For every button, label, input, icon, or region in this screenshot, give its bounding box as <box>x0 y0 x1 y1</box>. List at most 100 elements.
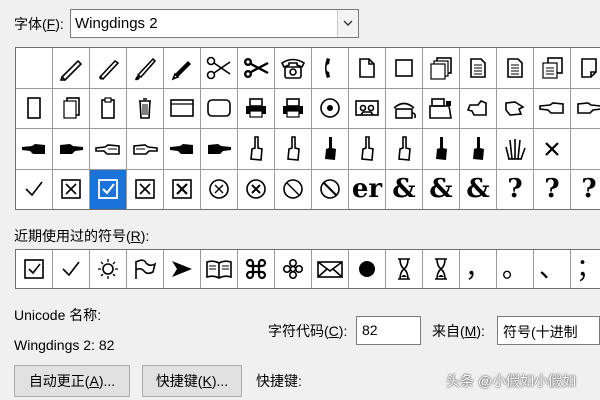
recent-symbol-cell[interactable]: ， <box>460 250 496 288</box>
symbol-cell[interactable] <box>275 129 311 169</box>
shortcut-key-button[interactable]: 快捷键(K)... <box>142 365 242 397</box>
hand-point-right-icon <box>574 96 600 120</box>
symbol-cell[interactable] <box>571 48 600 88</box>
recent-symbol-cell[interactable] <box>275 250 311 288</box>
stack-doc-icon <box>539 55 565 81</box>
symbol-cell[interactable]: ? <box>497 169 533 209</box>
font-value: Wingdings 2 <box>75 15 158 32</box>
symbol-cell[interactable] <box>312 169 348 209</box>
recent-symbol-cell[interactable]: 。 <box>497 250 533 288</box>
symbol-cell[interactable] <box>386 48 422 88</box>
symbol-cell[interactable] <box>127 88 163 128</box>
symbol-cell[interactable] <box>312 48 348 88</box>
symbol-cell[interactable] <box>90 169 126 209</box>
hand-point-left-icon <box>537 96 567 120</box>
char-code-input[interactable]: 82 <box>356 316 421 345</box>
symbol-cell[interactable] <box>127 169 163 209</box>
symbol-cell[interactable] <box>534 129 570 169</box>
symbol-cell[interactable] <box>90 129 126 169</box>
recent-symbol-cell[interactable]: ； <box>571 250 600 288</box>
symbol-cell[interactable] <box>164 88 200 128</box>
symbol-cell[interactable] <box>16 169 52 209</box>
recent-symbol-cell[interactable] <box>127 250 163 288</box>
symbol-glyph: & <box>466 174 490 205</box>
symbol-cell[interactable] <box>53 88 89 128</box>
symbol-cell[interactable] <box>53 169 89 209</box>
symbol-cell[interactable] <box>201 129 237 169</box>
symbol-cell[interactable] <box>16 88 52 128</box>
boxed-check-icon <box>22 257 46 281</box>
font-dropdown[interactable]: Wingdings 2 <box>70 9 359 38</box>
symbol-cell[interactable] <box>349 48 385 88</box>
doc-stack-icon <box>59 95 83 121</box>
symbol-cell[interactable] <box>275 169 311 209</box>
symbol-cell[interactable] <box>164 48 200 88</box>
symbol-cell[interactable] <box>164 169 200 209</box>
symbol-cell[interactable] <box>127 129 163 169</box>
symbol-cell[interactable] <box>423 48 459 88</box>
symbol-cell[interactable]: ? <box>534 169 570 209</box>
symbol-cell[interactable] <box>201 48 237 88</box>
symbol-cell[interactable] <box>497 88 533 128</box>
recent-symbol-cell[interactable] <box>238 250 274 288</box>
symbol-cell[interactable] <box>386 129 422 169</box>
symbol-cell[interactable] <box>534 48 570 88</box>
symbol-cell[interactable] <box>312 88 348 128</box>
page-portrait-icon <box>24 95 44 121</box>
chevron-down-icon[interactable] <box>337 10 358 37</box>
symbol-cell[interactable] <box>201 169 237 209</box>
recent-symbol-cell[interactable] <box>16 250 52 288</box>
symbol-cell[interactable] <box>53 48 89 88</box>
recent-symbol-cell[interactable] <box>349 250 385 288</box>
symbol-cell[interactable] <box>497 129 533 169</box>
symbol-cell[interactable] <box>386 88 422 128</box>
book-icon <box>204 257 234 281</box>
symbol-cell[interactable] <box>423 129 459 169</box>
symbol-glyph: ? <box>581 174 597 205</box>
symbol-cell[interactable]: er <box>349 169 385 209</box>
symbol-cell[interactable] <box>423 88 459 128</box>
symbol-cell[interactable] <box>201 88 237 128</box>
symbol-cell[interactable]: & <box>386 169 422 209</box>
symbol-cell[interactable] <box>90 48 126 88</box>
pages-icon <box>428 55 454 81</box>
symbol-cell[interactable]: & <box>423 169 459 209</box>
symbol-cell[interactable] <box>127 48 163 88</box>
symbol-cell[interactable] <box>164 129 200 169</box>
symbol-cell[interactable] <box>53 129 89 169</box>
symbol-glyph: & <box>392 174 416 205</box>
recent-symbol-cell[interactable] <box>164 250 200 288</box>
symbol-cell[interactable] <box>349 129 385 169</box>
recent-symbol-cell[interactable] <box>386 250 422 288</box>
symbol-cell[interactable] <box>238 129 274 169</box>
symbol-cell[interactable] <box>238 48 274 88</box>
symbol-cell[interactable] <box>571 88 600 128</box>
symbol-cell[interactable] <box>460 48 496 88</box>
symbol-cell[interactable] <box>16 129 52 169</box>
symbol-cell[interactable] <box>275 48 311 88</box>
symbol-glyph: ； <box>575 254 600 284</box>
autocorrect-button[interactable]: 自动更正(A)... <box>14 365 130 397</box>
symbol-cell[interactable] <box>349 88 385 128</box>
symbol-cell[interactable] <box>497 48 533 88</box>
symbol-cell[interactable] <box>90 88 126 128</box>
symbol-cell[interactable] <box>238 169 274 209</box>
symbol-cell[interactable] <box>460 129 496 169</box>
symbol-cell[interactable]: ? <box>571 169 600 209</box>
symbol-cell[interactable]: & <box>460 169 496 209</box>
char-code-label: 字符代码(C): <box>268 323 348 339</box>
recent-symbol-cell[interactable] <box>312 250 348 288</box>
recent-symbol-cell[interactable] <box>90 250 126 288</box>
symbol-cell[interactable] <box>312 129 348 169</box>
recent-symbol-cell[interactable] <box>53 250 89 288</box>
recent-symbol-cell[interactable] <box>201 250 237 288</box>
symbol-cell[interactable] <box>571 129 600 169</box>
symbol-cell[interactable] <box>16 48 52 88</box>
symbol-cell[interactable] <box>275 88 311 128</box>
symbol-cell[interactable] <box>534 88 570 128</box>
symbol-cell[interactable] <box>238 88 274 128</box>
recent-symbol-cell[interactable] <box>423 250 459 288</box>
from-select[interactable]: 符号(十进制 <box>497 316 600 345</box>
symbol-cell[interactable] <box>460 88 496 128</box>
recent-symbol-cell[interactable]: 、 <box>534 250 570 288</box>
